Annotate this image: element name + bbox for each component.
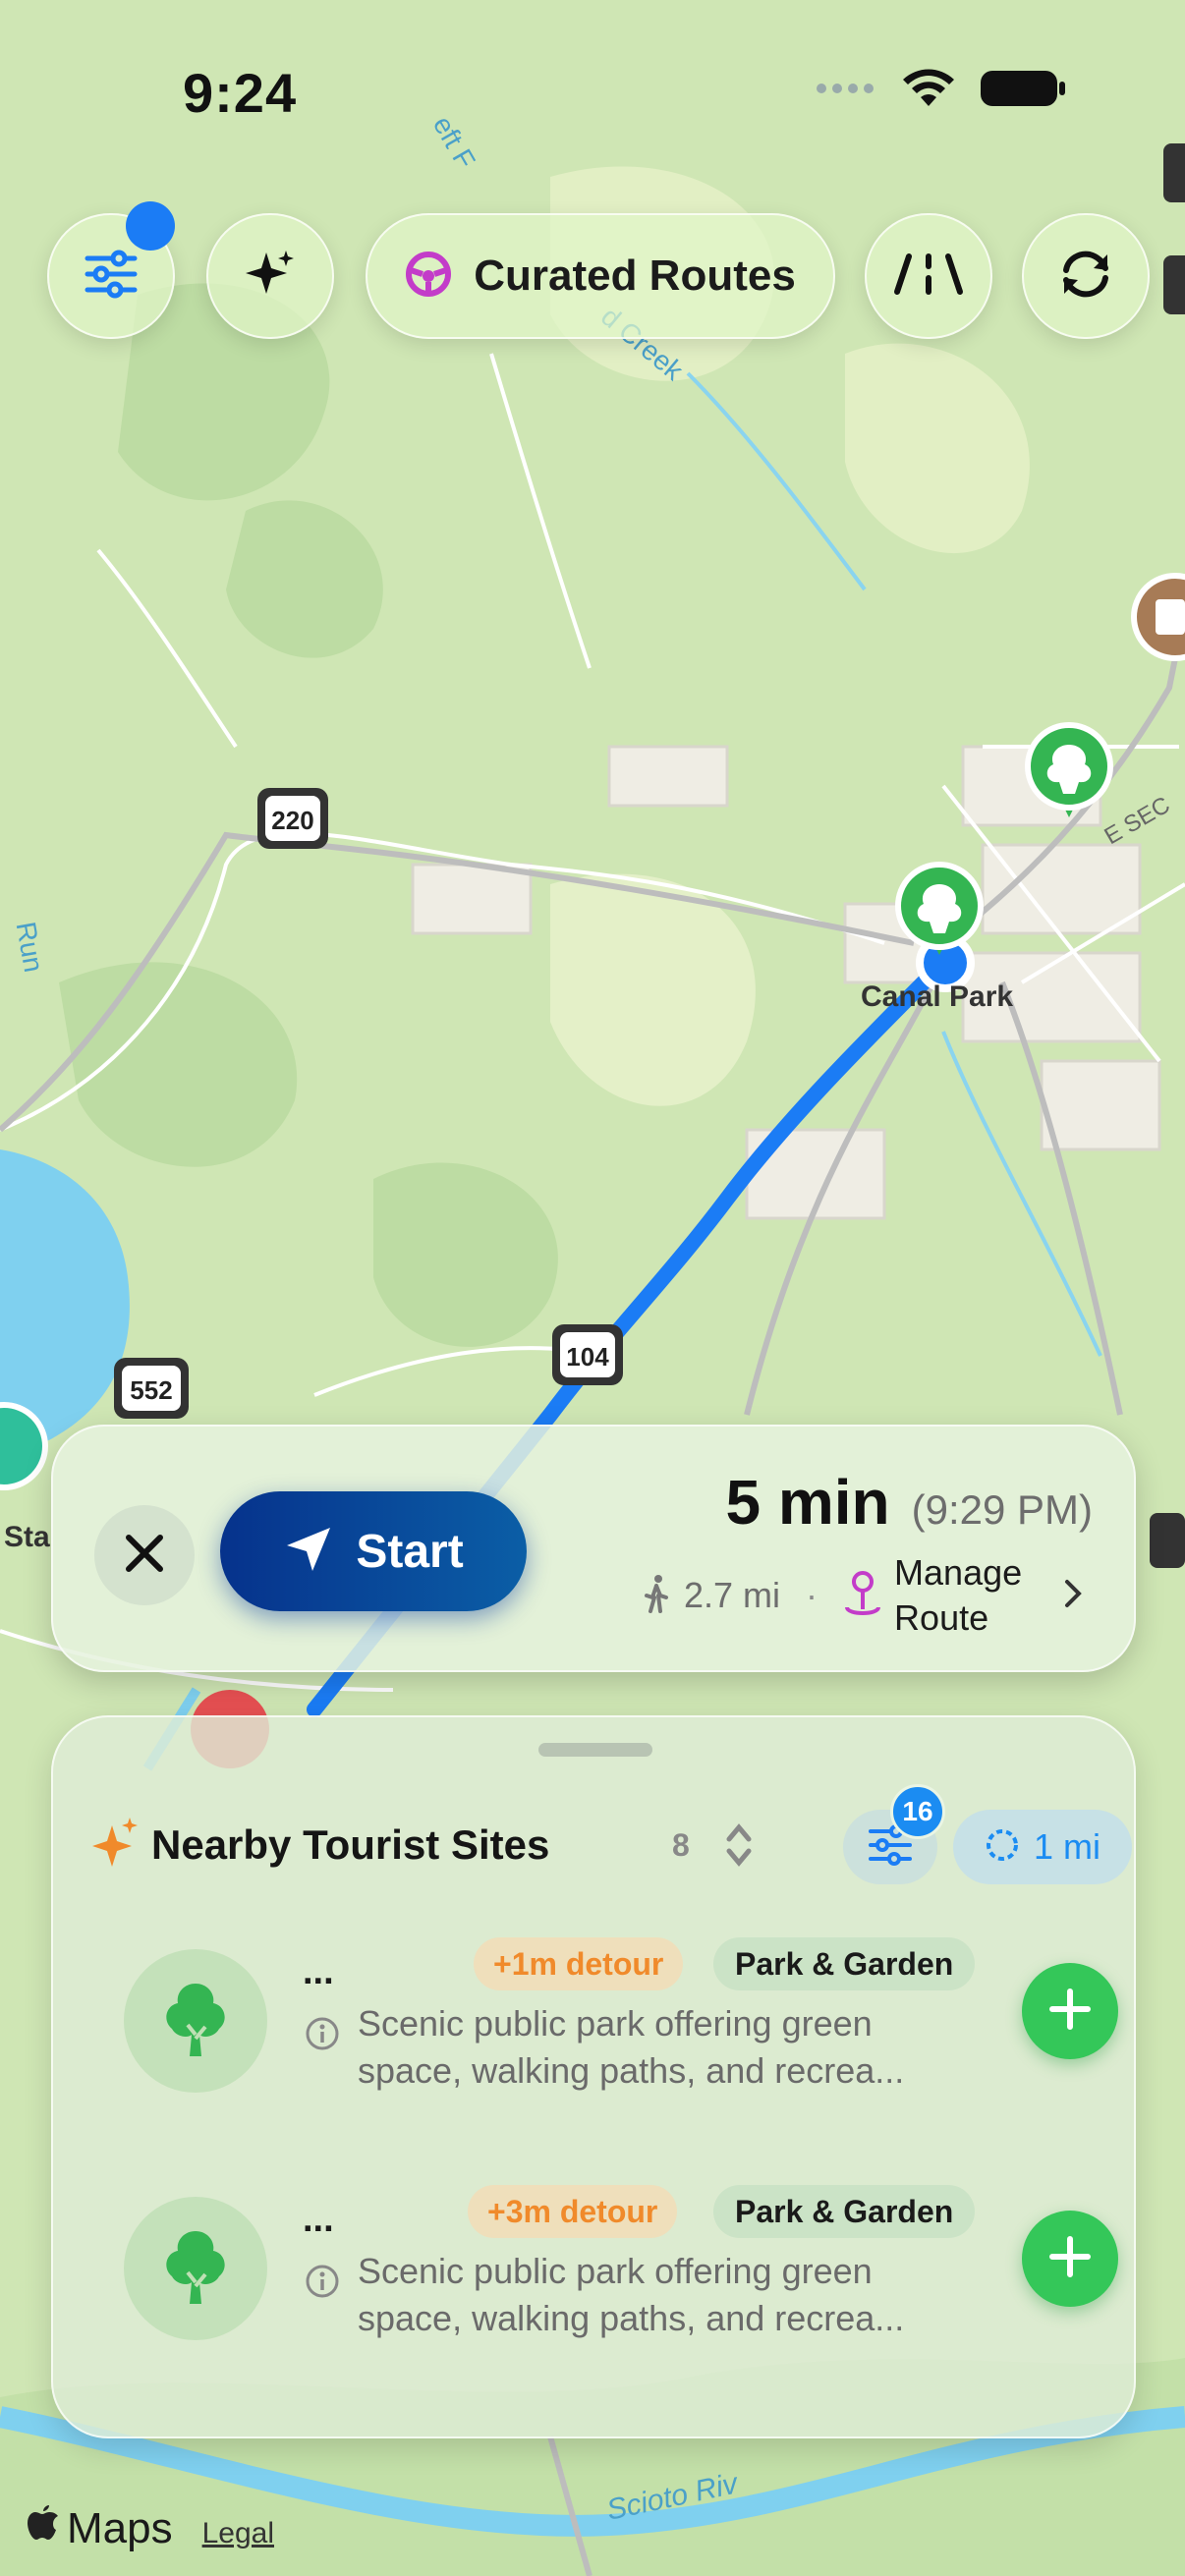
dots-icon bbox=[816, 82, 878, 100]
sheet-header: Nearby Tourist Sites 8 16 1 mi bbox=[92, 1784, 1132, 1884]
route-meta: 2.7 mi · Manage Route bbox=[643, 1550, 1083, 1641]
apple-logo-icon bbox=[28, 2503, 61, 2548]
status-icons bbox=[816, 67, 1067, 115]
steering-wheel-icon bbox=[405, 251, 452, 303]
battery-icon bbox=[979, 67, 1067, 115]
road-icon bbox=[891, 252, 966, 301]
tree-icon bbox=[154, 1978, 237, 2065]
arrival-time: (9:29 PM) bbox=[911, 1486, 1093, 1533]
nearby-sites-sheet: Nearby Tourist Sites 8 16 1 mi ... +1m d… bbox=[51, 1715, 1136, 2438]
list-item[interactable]: ... +1m detour Park & Garden Scenic publ… bbox=[124, 1922, 1118, 2118]
item-name: ... bbox=[303, 2199, 334, 2240]
curated-routes-button[interactable]: Curated Routes bbox=[366, 213, 835, 339]
filters-indicator-dot bbox=[126, 201, 175, 251]
route-card: Start 5 min (9:29 PM) 2.7 mi · Manage Ro… bbox=[51, 1425, 1136, 1672]
sheet-grabber[interactable] bbox=[538, 1743, 652, 1757]
item-thumbnail bbox=[124, 2197, 267, 2340]
info-icon[interactable] bbox=[305, 2016, 340, 2056]
start-navigation-button[interactable]: Start bbox=[220, 1491, 527, 1611]
radius-label: 1 mi bbox=[1033, 1826, 1100, 1867]
shield-label: 220 bbox=[271, 806, 313, 835]
close-icon bbox=[125, 1534, 164, 1578]
manage-route-link[interactable]: Manage Route bbox=[894, 1550, 1042, 1641]
dashed-circle-icon bbox=[985, 1827, 1020, 1868]
curated-routes-label: Curated Routes bbox=[474, 252, 796, 300]
info-icon[interactable] bbox=[305, 2264, 340, 2304]
route-distance: 2.7 mi bbox=[684, 1575, 781, 1615]
tree-icon bbox=[154, 2225, 237, 2313]
add-stop-button[interactable] bbox=[1022, 2211, 1118, 2307]
eta-block: 5 min (9:29 PM) bbox=[725, 1466, 1093, 1539]
detour-badge: +1m detour bbox=[474, 1937, 684, 1990]
plus-icon bbox=[1048, 1988, 1092, 2036]
manage-route-pin-icon bbox=[843, 1570, 882, 1622]
separator-dot: · bbox=[806, 1575, 818, 1615]
status-bar: 9:24 bbox=[0, 0, 1185, 196]
item-description: Scenic public park offering green space,… bbox=[358, 2251, 905, 2338]
plus-icon bbox=[1048, 2235, 1092, 2283]
detour-badge: +3m detour bbox=[468, 2185, 678, 2238]
map-toolbar: Curated Routes bbox=[0, 201, 1185, 339]
item-name: ... bbox=[303, 1951, 334, 1992]
sparkle-icon bbox=[92, 1816, 140, 1876]
map-attribution: Maps Legal bbox=[28, 2503, 274, 2553]
close-route-button[interactable] bbox=[94, 1505, 195, 1605]
category-badge: Park & Garden bbox=[713, 1937, 976, 1990]
shield-label: 104 bbox=[566, 1342, 609, 1372]
sliders-icon bbox=[84, 249, 139, 305]
start-label: Start bbox=[356, 1525, 464, 1578]
list-item[interactable]: ... +3m detour Park & Garden Scenic publ… bbox=[124, 2169, 1118, 2366]
sites-count: 8 bbox=[672, 1827, 690, 1863]
sparkles-icon bbox=[243, 247, 298, 307]
road-view-button[interactable] bbox=[865, 213, 992, 339]
maps-brand: Maps bbox=[67, 2504, 173, 2552]
refresh-button[interactable] bbox=[1022, 213, 1150, 339]
chevron-right-icon[interactable] bbox=[1063, 1578, 1083, 1614]
item-description: Scenic public park offering green space,… bbox=[358, 2003, 905, 2091]
road-shield-220: 220 bbox=[257, 788, 328, 849]
road-shield-104: 104 bbox=[552, 1324, 623, 1385]
sort-updown-icon[interactable] bbox=[723, 1820, 755, 1876]
add-stop-button[interactable] bbox=[1022, 1963, 1118, 2059]
place-label: Sta bbox=[4, 1521, 50, 1553]
eta-duration: 5 min bbox=[725, 1467, 890, 1538]
wifi-icon bbox=[900, 67, 957, 115]
item-thumbnail bbox=[124, 1949, 267, 2093]
canal-park-label: Canal Park bbox=[861, 980, 1013, 1013]
category-badge: Park & Garden bbox=[713, 2185, 976, 2238]
ai-sparkle-button[interactable] bbox=[206, 213, 334, 339]
filter-count-badge: 16 bbox=[890, 1784, 945, 1839]
navigation-arrow-icon bbox=[283, 1524, 334, 1580]
refresh-icon bbox=[1056, 247, 1115, 307]
status-time: 9:24 bbox=[183, 62, 298, 124]
sheet-title: Nearby Tourist Sites bbox=[151, 1821, 550, 1868]
walking-icon bbox=[643, 1574, 670, 1618]
radius-button[interactable]: 1 mi bbox=[953, 1810, 1132, 1884]
shield-label: 552 bbox=[130, 1375, 172, 1405]
road-shield-552: 552 bbox=[114, 1358, 189, 1419]
legal-link[interactable]: Legal bbox=[202, 2517, 274, 2550]
